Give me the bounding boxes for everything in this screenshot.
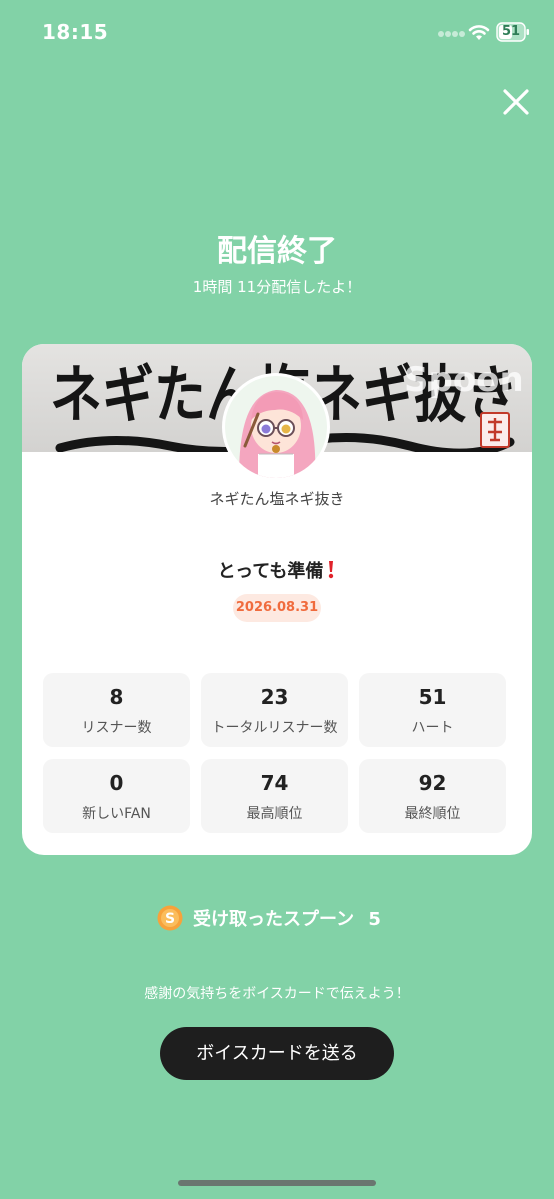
signal-icon (438, 31, 465, 37)
stat-new-fans: 0 新しいFAN (43, 759, 190, 833)
close-button[interactable] (496, 82, 536, 122)
stat-label: 新しいFAN (82, 806, 151, 822)
anime-character-avatar (225, 376, 327, 478)
stat-highest-rank: 74 最高順位 (201, 759, 348, 833)
spoon-watermark: Spoon (404, 360, 524, 400)
stat-value: 51 (418, 685, 447, 709)
spoons-received: S 受け取ったスプーン 5 (0, 902, 554, 934)
svg-text:S: S (165, 911, 175, 927)
summary-card: ネギたん塩ネギ抜き Spoon ネギたん塩ネギ抜き とって (22, 344, 532, 855)
stat-value: 0 (109, 771, 124, 795)
stat-label: ハート (411, 720, 454, 736)
stat-label: 最高順位 (246, 806, 303, 822)
home-indicator[interactable] (178, 1180, 376, 1186)
avatar (222, 373, 330, 481)
stream-duration: 1時間 11分配信したよ！ (192, 278, 362, 296)
status-time: 18:15 (42, 20, 109, 44)
spoons-count: 5 (368, 909, 381, 930)
stat-value: 74 (260, 771, 289, 795)
battery-indicator: 51 (496, 22, 530, 42)
stream-title: とっても準備 (22, 557, 532, 583)
battery-level: 51 (501, 24, 521, 39)
stat-hearts: 51 ハート (359, 673, 506, 747)
thanks-message: 感謝の気持ちをボイスカードで伝えよう！ (144, 986, 410, 1002)
stat-value: 92 (418, 771, 447, 795)
stat-listeners: 8 リスナー数 (43, 673, 190, 747)
spoons-label: 受け取ったスプーン (193, 909, 355, 930)
stat-label: リスナー数 (81, 720, 152, 736)
stat-value: 8 (109, 685, 124, 709)
stream-title-text: とっても準備 (217, 561, 324, 582)
send-voice-card-button[interactable]: ボイスカードを送る (160, 1027, 394, 1080)
stat-value: 23 (260, 685, 289, 709)
stat-label: トータルリスナー数 (211, 720, 338, 736)
close-icon (503, 89, 529, 115)
stat-total-listeners: 23 トータルリスナー数 (201, 673, 348, 747)
page-title: 配信終了 (217, 234, 337, 269)
exclamation-icon (329, 561, 334, 579)
channel-name: ネギたん塩ネギ抜き (209, 490, 345, 508)
stat-final-rank: 92 最終順位 (359, 759, 506, 833)
seal-stamp-icon (480, 412, 510, 448)
stat-label: 最終順位 (404, 806, 461, 822)
wifi-icon (468, 25, 490, 40)
date-badge: 2026.08.31 (233, 594, 321, 622)
spoon-coin-icon: S (157, 905, 183, 931)
